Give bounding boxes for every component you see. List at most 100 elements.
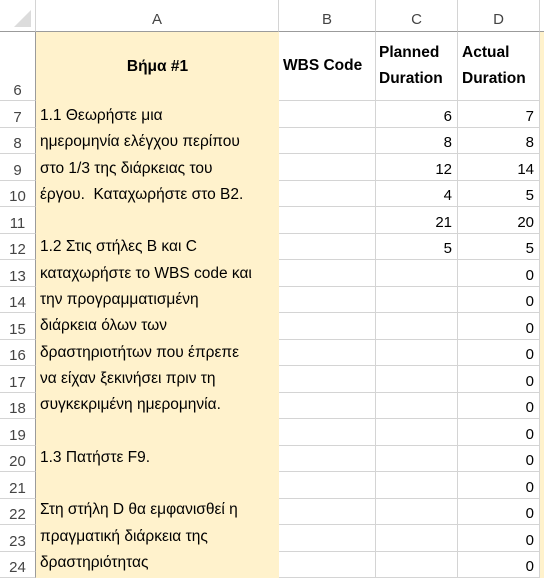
cell-c17[interactable] bbox=[376, 366, 458, 393]
cell-b21[interactable] bbox=[279, 472, 376, 499]
cell-d18[interactable]: 0 bbox=[458, 393, 540, 419]
row-header-22[interactable]: 22 bbox=[0, 499, 36, 525]
cell-value: 5 bbox=[443, 240, 452, 257]
row-header-17[interactable]: 17 bbox=[0, 366, 36, 393]
cell-value: 0 bbox=[525, 293, 534, 310]
instruction-line: 1.2 Στις στήλες B και C bbox=[40, 238, 197, 256]
cell-d12[interactable]: 5 bbox=[458, 234, 540, 260]
row-header-16[interactable]: 16 bbox=[0, 340, 36, 366]
column-header-d[interactable]: D bbox=[458, 0, 540, 32]
select-all-corner[interactable] bbox=[0, 0, 36, 32]
cell-value: 0 bbox=[525, 426, 534, 443]
cell-c10[interactable]: 4 bbox=[376, 181, 458, 207]
cell-d8[interactable]: 8 bbox=[458, 128, 540, 154]
column-header-e-partial[interactable] bbox=[540, 0, 544, 32]
cell-c20[interactable] bbox=[376, 446, 458, 472]
cell-c9[interactable]: 12 bbox=[376, 154, 458, 181]
row-header-15[interactable]: 15 bbox=[0, 313, 36, 340]
cell-b18[interactable] bbox=[279, 393, 376, 419]
cell-b10[interactable] bbox=[279, 181, 376, 207]
row-number: 11 bbox=[9, 215, 26, 232]
row-header-21[interactable]: 21 bbox=[0, 472, 36, 499]
column-header-c[interactable]: C bbox=[376, 0, 458, 32]
cell-c12[interactable]: 5 bbox=[376, 234, 458, 260]
cell-c7[interactable]: 6 bbox=[376, 101, 458, 128]
cell-b23[interactable] bbox=[279, 525, 376, 552]
row-header-14[interactable]: 14 bbox=[0, 287, 36, 313]
row-header-6[interactable]: 6 bbox=[0, 32, 36, 101]
cell-d21[interactable]: 0 bbox=[458, 472, 540, 499]
step-title-cell-a6[interactable]: Βήμα #1 bbox=[36, 32, 279, 101]
cell-b9[interactable] bbox=[279, 154, 376, 181]
instructions-text-cell-a7[interactable]: 1.1 Θεωρήστε μια ημερομηνία ελέγχου περίπ… bbox=[40, 103, 280, 576]
row-header-12[interactable]: 12 bbox=[0, 234, 36, 260]
row-number: 8 bbox=[13, 135, 22, 152]
cell-b11[interactable] bbox=[279, 207, 376, 234]
cell-d16[interactable]: 0 bbox=[458, 340, 540, 366]
cell-d6[interactable]: Actual Duration bbox=[458, 32, 540, 101]
row-number: 7 bbox=[13, 109, 22, 126]
cell-d15[interactable]: 0 bbox=[458, 313, 540, 340]
cell-d11[interactable]: 20 bbox=[458, 207, 540, 234]
cell-b8[interactable] bbox=[279, 128, 376, 154]
cell-b17[interactable] bbox=[279, 366, 376, 393]
cell-value: 4 bbox=[443, 187, 452, 204]
cell-c15[interactable] bbox=[376, 313, 458, 340]
row-header-13[interactable]: 13 bbox=[0, 260, 36, 287]
cell-c24[interactable] bbox=[376, 552, 458, 578]
select-all-triangle-icon bbox=[14, 10, 31, 27]
cell-b16[interactable] bbox=[279, 340, 376, 366]
row-number: 17 bbox=[9, 374, 26, 391]
cell-d14[interactable]: 0 bbox=[458, 287, 540, 313]
cell-d20[interactable]: 0 bbox=[458, 446, 540, 472]
cell-d19[interactable]: 0 bbox=[458, 419, 540, 446]
row-header-8[interactable]: 8 bbox=[0, 128, 36, 154]
row-header-11[interactable]: 11 bbox=[0, 207, 36, 234]
cell-c21[interactable] bbox=[376, 472, 458, 499]
cell-value: 21 bbox=[435, 214, 452, 231]
row-header-23[interactable]: 23 bbox=[0, 525, 36, 552]
row-header-18[interactable]: 18 bbox=[0, 393, 36, 419]
row-number: 9 bbox=[13, 162, 22, 179]
row-number: 23 bbox=[9, 533, 26, 550]
cell-b6[interactable]: WBS Code bbox=[279, 32, 376, 101]
cell-b20[interactable] bbox=[279, 446, 376, 472]
cell-b7[interactable] bbox=[279, 101, 376, 128]
cell-b14[interactable] bbox=[279, 287, 376, 313]
cell-d9[interactable]: 14 bbox=[458, 154, 540, 181]
cell-c6[interactable]: Planned Duration bbox=[376, 32, 458, 101]
cell-c23[interactable] bbox=[376, 525, 458, 552]
cell-b13[interactable] bbox=[279, 260, 376, 287]
cell-c16[interactable] bbox=[376, 340, 458, 366]
cell-d17[interactable]: 0 bbox=[458, 366, 540, 393]
cell-b15[interactable] bbox=[279, 313, 376, 340]
cell-d7[interactable]: 7 bbox=[458, 101, 540, 128]
cell-d22[interactable]: 0 bbox=[458, 499, 540, 525]
cell-c18[interactable] bbox=[376, 393, 458, 419]
row-header-7[interactable]: 7 bbox=[0, 101, 36, 128]
cell-c11[interactable]: 21 bbox=[376, 207, 458, 234]
cell-d24[interactable]: 0 bbox=[458, 552, 540, 578]
cell-c19[interactable] bbox=[376, 419, 458, 446]
cell-d13[interactable]: 0 bbox=[458, 260, 540, 287]
cell-value: 0 bbox=[525, 320, 534, 337]
cell-b22[interactable] bbox=[279, 499, 376, 525]
cell-c8[interactable]: 8 bbox=[376, 128, 458, 154]
row-header-20[interactable]: 20 bbox=[0, 446, 36, 472]
row-header-9[interactable]: 9 bbox=[0, 154, 36, 181]
cell-b19[interactable] bbox=[279, 419, 376, 446]
column-header-b[interactable]: B bbox=[279, 0, 376, 32]
actual-header-line2: Duration bbox=[462, 70, 526, 87]
row-header-19[interactable]: 19 bbox=[0, 419, 36, 446]
instruction-line: πραγματική διάρκεια της bbox=[40, 527, 208, 545]
cell-b24[interactable] bbox=[279, 552, 376, 578]
cell-d23[interactable]: 0 bbox=[458, 525, 540, 552]
cell-c22[interactable] bbox=[376, 499, 458, 525]
cell-c14[interactable] bbox=[376, 287, 458, 313]
row-header-10[interactable]: 10 bbox=[0, 181, 36, 207]
cell-b12[interactable] bbox=[279, 234, 376, 260]
column-header-a[interactable]: A bbox=[36, 0, 279, 32]
row-header-24[interactable]: 24 bbox=[0, 552, 36, 578]
cell-c13[interactable] bbox=[376, 260, 458, 287]
cell-d10[interactable]: 5 bbox=[458, 181, 540, 207]
